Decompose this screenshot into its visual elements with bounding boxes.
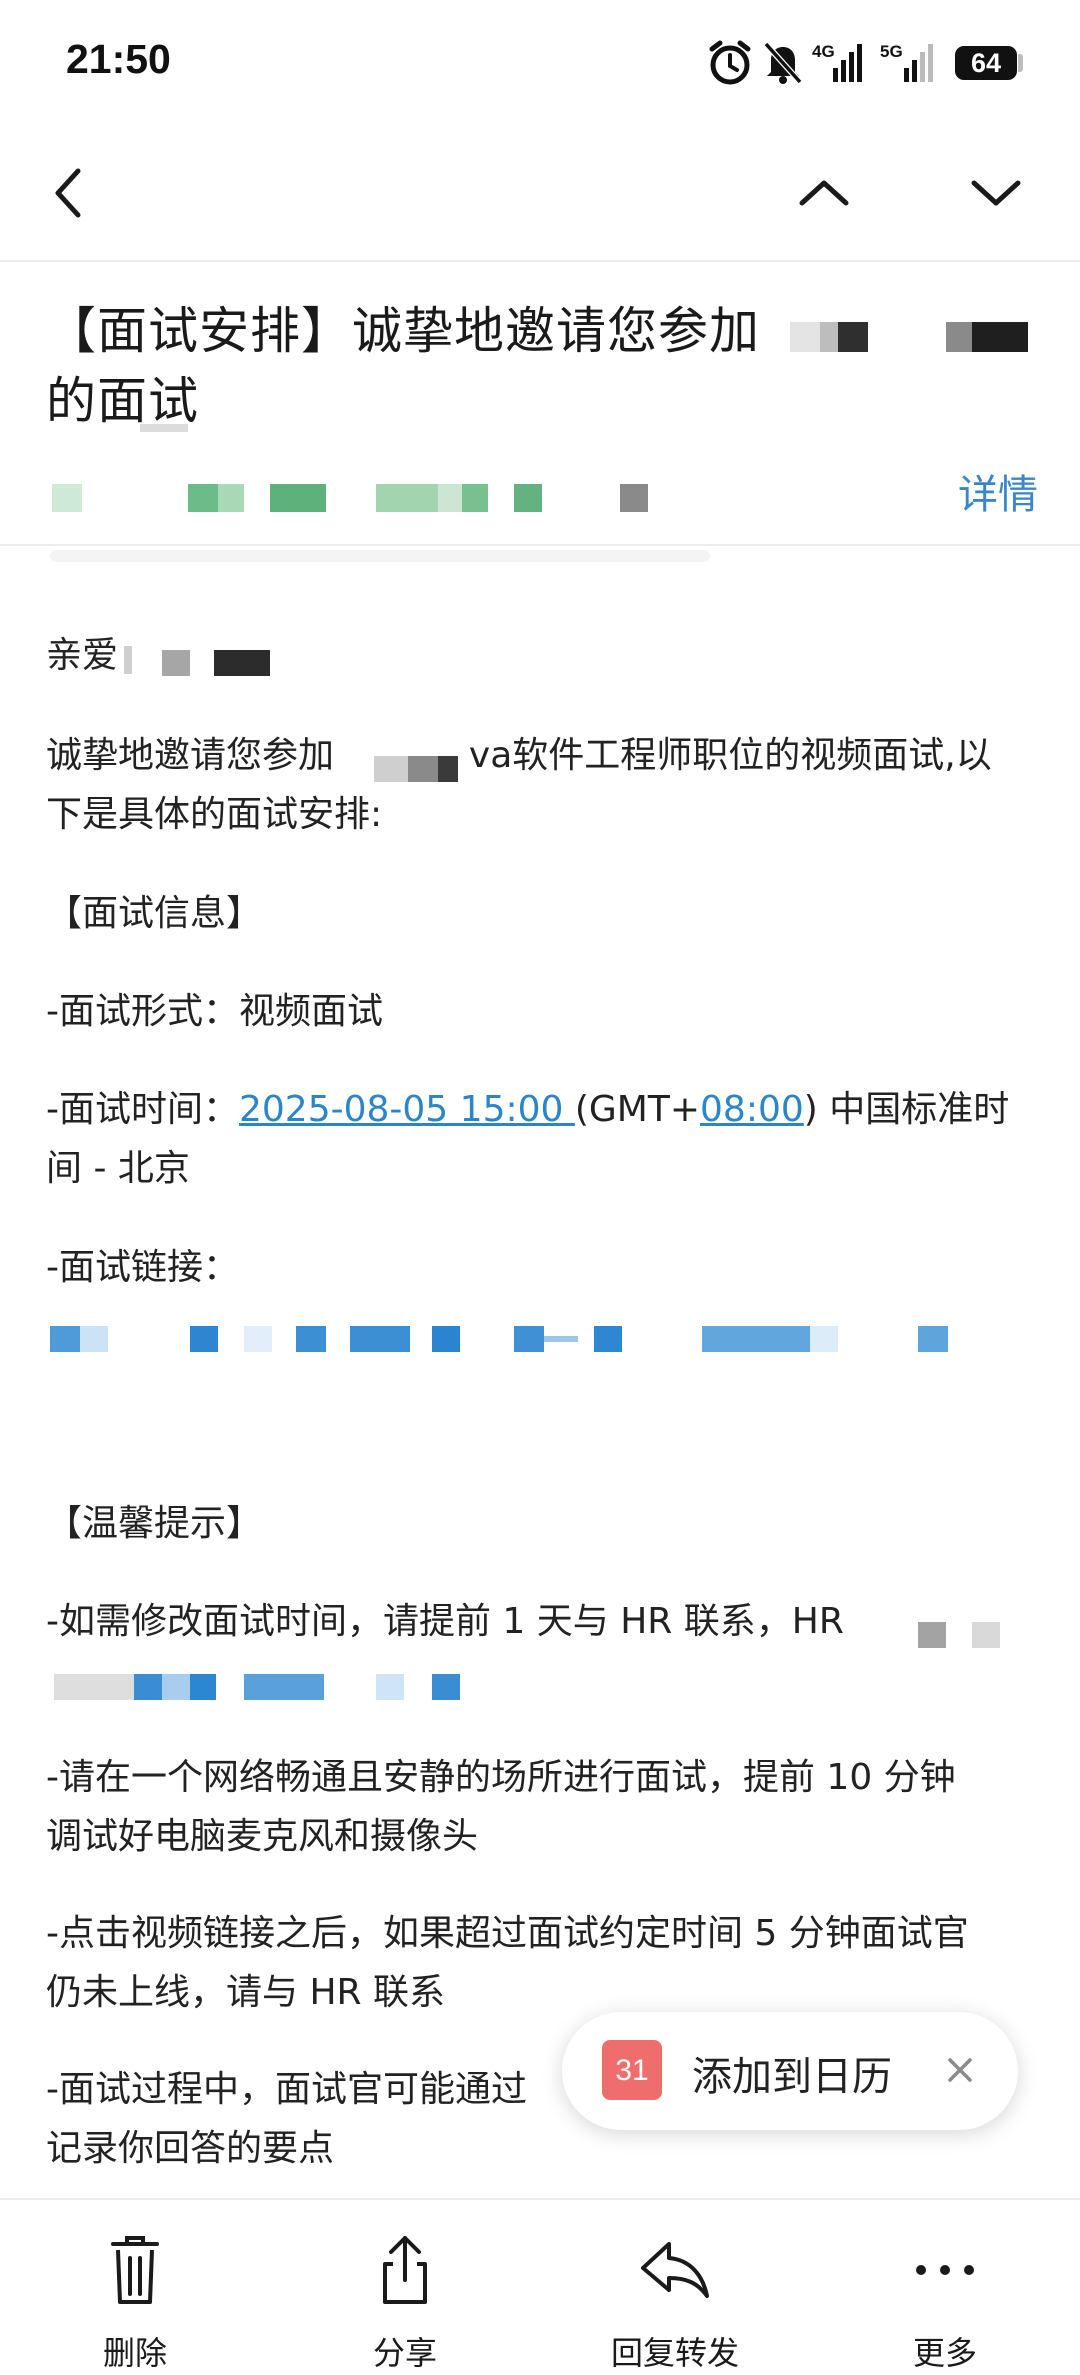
interview-time-link[interactable]: 2025-08-05 15:00 (239, 1089, 575, 1130)
header-divider (0, 544, 1080, 546)
email-reader-screen: 21:50 4G 5G 64 【面试安排】诚挚地邀请您参加 的面试 详情 亲爱 … (0, 0, 1080, 2375)
details-link[interactable]: 详情 (958, 462, 1038, 520)
section-tips: 【温馨提示】 (46, 1503, 263, 1544)
bottom-action-bar: 删除 分享 回复转发 更多 (0, 2198, 1080, 2375)
email-subject: 【面试安排】诚挚地邀请您参加 的面试 (46, 296, 1026, 436)
more-button[interactable]: 更多 (810, 2200, 1080, 2375)
interview-link-label: -面试链接： (46, 1247, 239, 1288)
timezone-link[interactable]: 08:00 (700, 1089, 804, 1130)
email-body: 亲爱 (46, 626, 1036, 685)
delete-button[interactable]: 删除 (0, 2200, 270, 2375)
share-icon (383, 2236, 427, 2304)
status-time: 21:50 (66, 36, 171, 82)
battery-tip (1018, 54, 1023, 72)
intro-part-1: 诚挚地邀请您参加 (46, 735, 335, 776)
intro-paragraph: 诚挚地邀请您参加 va软件工程师职位的视频面试,以 下是具体的面试安排: (46, 726, 1036, 844)
intro-part-2: va软件工程师职位的视频面试,以 (468, 735, 992, 776)
more-icon (916, 2265, 974, 2275)
section-interview-info: 【面试信息】 (46, 893, 263, 934)
close-icon[interactable] (938, 2048, 982, 2092)
reply-forward-label: 回复转发 (610, 2334, 739, 2372)
previous-mail-icon[interactable] (776, 145, 872, 241)
nav-divider (0, 260, 1080, 262)
alarm-icon (709, 40, 751, 85)
greeting: 亲爱 (46, 635, 119, 676)
calendar-icon: 31 (602, 2040, 662, 2100)
subject-line-2: 的面试 (46, 372, 199, 430)
tip-3: -点击视频链接之后，如果超过面试约定时间 5 分钟面试官 仍未上线，请与 HR … (46, 1913, 969, 2013)
interview-time: -面试时间：2025-08-05 15:00 (GMT+08:00) 中国标准时… (46, 1089, 1010, 1189)
mute-icon (763, 41, 803, 85)
add-to-calendar-label[interactable]: 添加到日历 (692, 2044, 892, 2102)
share-label: 分享 (372, 2334, 437, 2372)
back-icon[interactable] (20, 145, 116, 241)
subject-line-1: 【面试安排】诚挚地邀请您参加 (46, 302, 760, 360)
reply-icon (641, 2242, 709, 2298)
status-bar: 21:50 4G 5G 64 (0, 0, 1080, 125)
interview-format: -面试形式：视频面试 (46, 991, 383, 1032)
tip-2: -请在一个网络畅通且安静的场所进行面试，提前 10 分钟 调试好电脑麦克风和摄像… (46, 1757, 956, 1857)
intro-line-2: 下是具体的面试安排: (46, 794, 383, 835)
next-mail-icon[interactable] (948, 145, 1044, 241)
more-label: 更多 (912, 2334, 977, 2372)
share-button[interactable]: 分享 (270, 2200, 540, 2375)
battery-icon: 64 (955, 46, 1017, 80)
add-to-calendar-toast[interactable]: 31 添加到日历 (562, 2012, 1018, 2130)
reply-forward-button[interactable]: 回复转发 (540, 2200, 810, 2375)
top-nav (0, 125, 1080, 260)
trash-icon (111, 2236, 159, 2304)
tip-1: -如需修改面试时间，请提前 1 天与 HR 联系，HR (46, 1601, 844, 1642)
delete-label: 删除 (102, 2334, 167, 2372)
